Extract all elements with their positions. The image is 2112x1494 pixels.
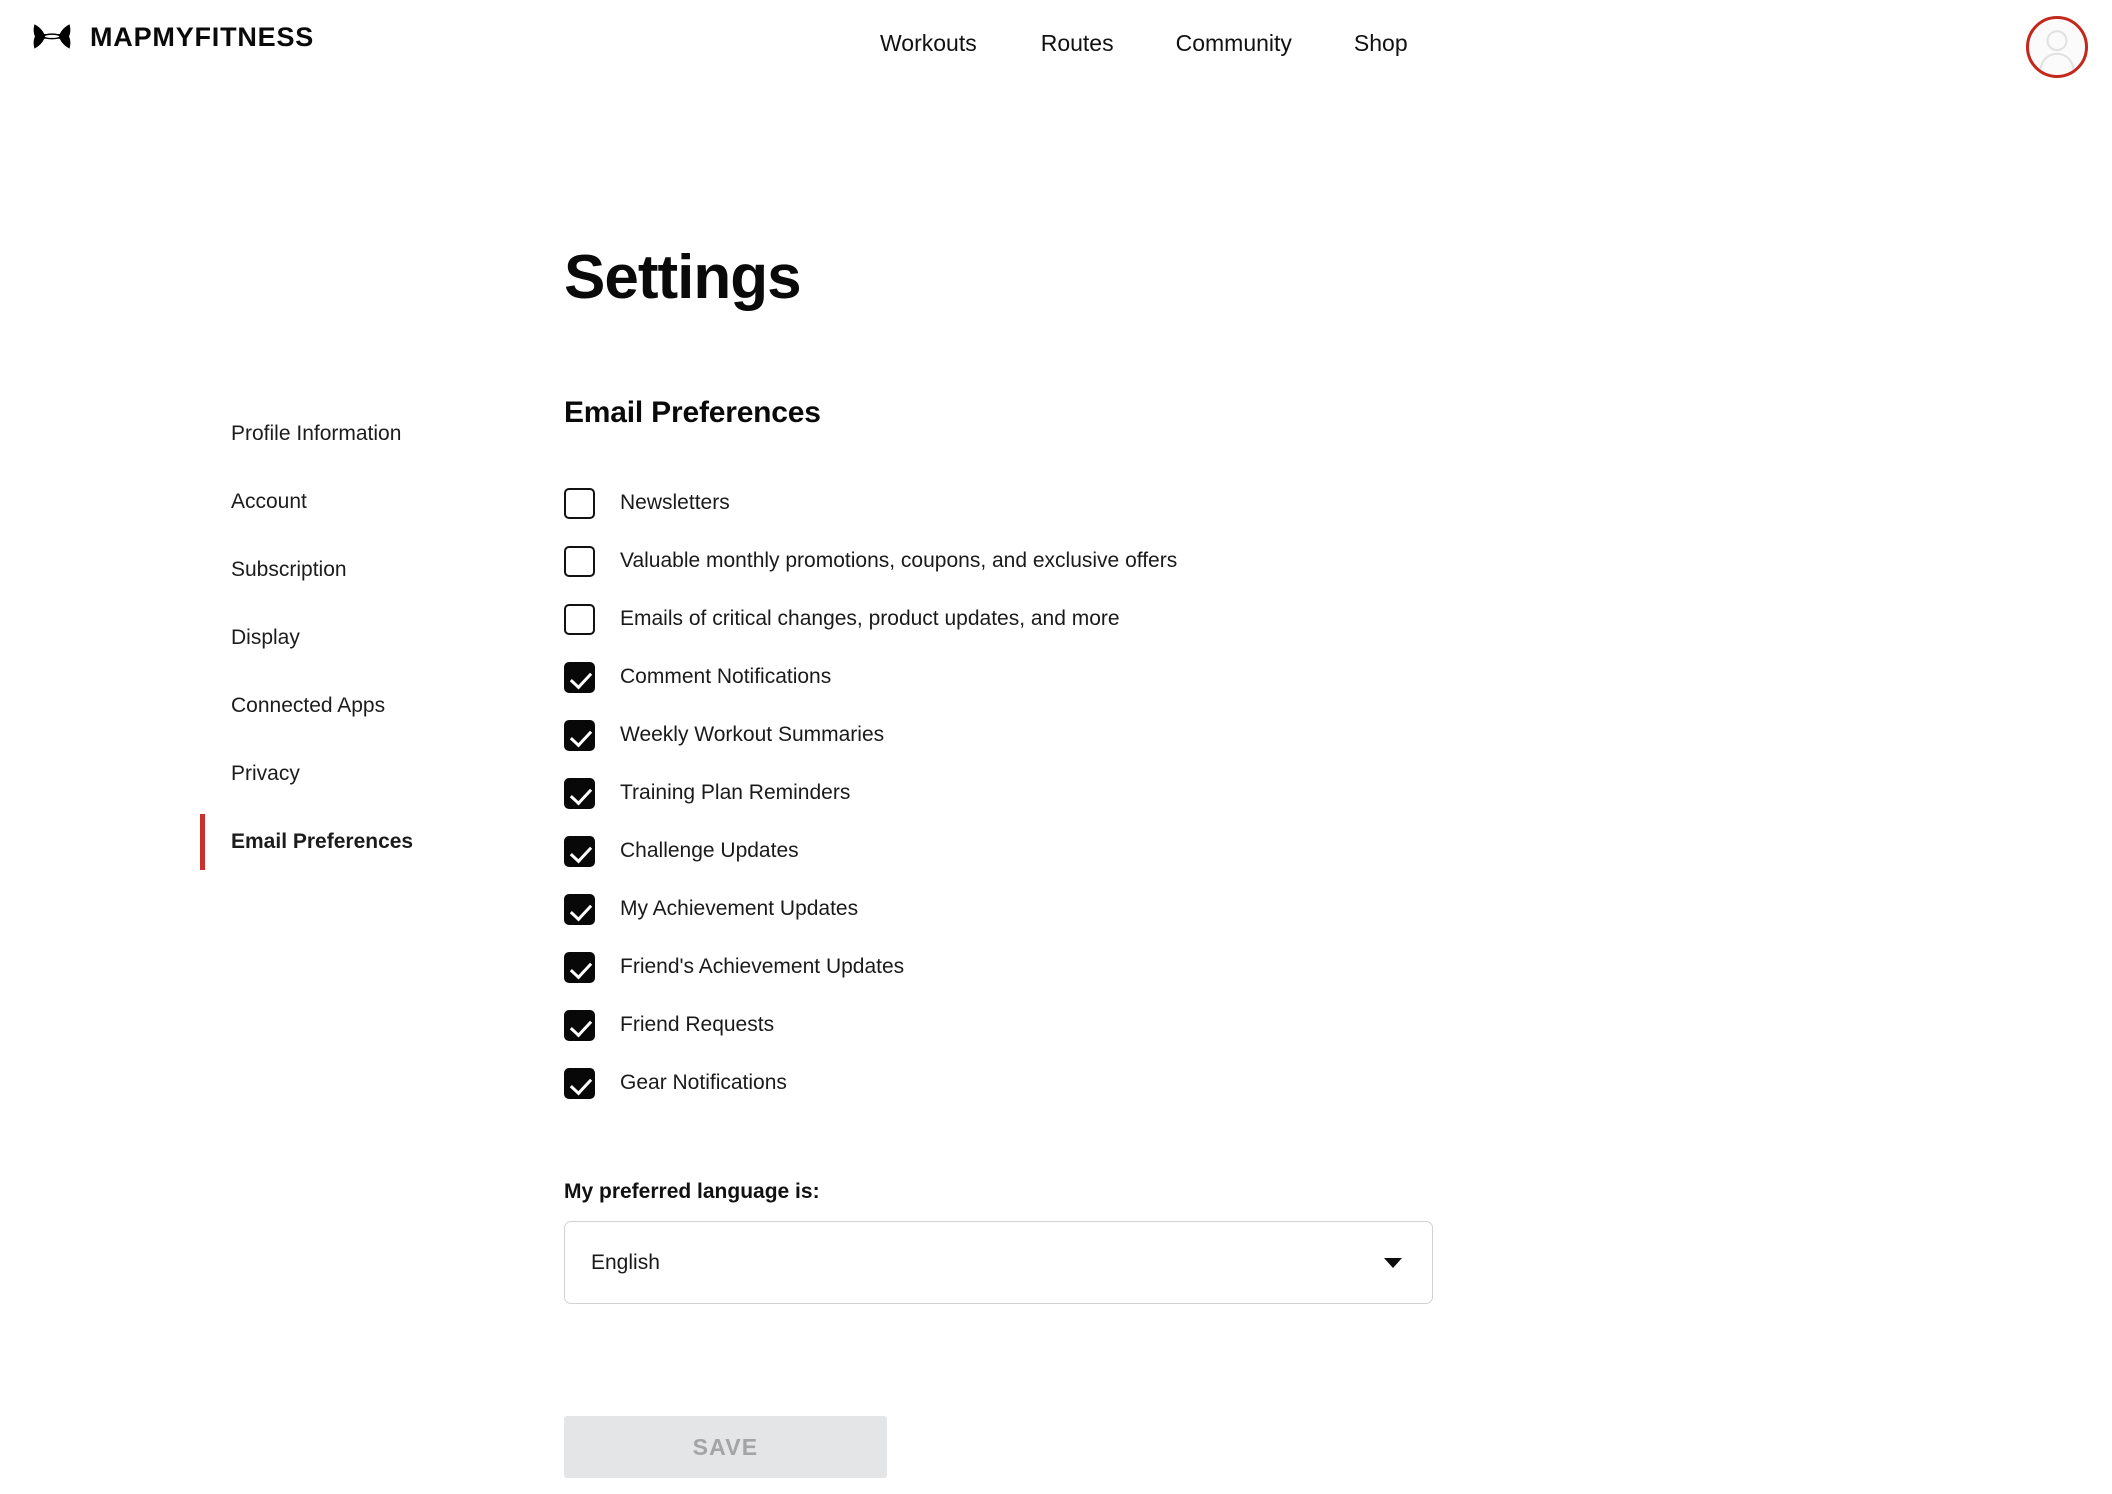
sidebar-item-display[interactable]: Display (200, 604, 500, 672)
preference-label: Valuable monthly promotions, coupons, an… (620, 549, 1178, 572)
preference-label: My Achievement Updates (620, 897, 859, 920)
language-select[interactable]: English (564, 1221, 1433, 1304)
language-selected-value: English (591, 1250, 660, 1274)
preference-label: Friend's Achievement Updates (620, 955, 905, 978)
preference-label: Emails of critical changes, product upda… (620, 607, 1120, 630)
preference-label: Comment Notifications (620, 665, 832, 688)
preference-row[interactable]: My Achievement Updates (564, 880, 1564, 938)
preference-row[interactable]: Newsletters (564, 474, 1564, 532)
preference-label: Friend Requests (620, 1013, 775, 1036)
sidebar-item-subscription[interactable]: Subscription (200, 536, 500, 604)
preference-row[interactable]: Friend's Achievement Updates (564, 938, 1564, 996)
checkbox-checked-icon[interactable] (564, 719, 595, 751)
preference-row[interactable]: Emails of critical changes, product upda… (564, 590, 1564, 648)
under-armour-logo-icon (30, 23, 74, 53)
sidebar-item-profile-information[interactable]: Profile Information (200, 400, 500, 468)
preference-label: Training Plan Reminders (620, 781, 851, 804)
sidebar-item-label: Connected Apps (231, 694, 386, 717)
preference-row[interactable]: Valuable monthly promotions, coupons, an… (564, 532, 1564, 590)
sidebar-item-account[interactable]: Account (200, 468, 500, 536)
checkbox-checked-icon[interactable] (564, 661, 595, 693)
sidebar-item-label: Email Preferences (231, 830, 414, 853)
site-header: MAPMYFITNESS Workouts Routes Community S… (0, 0, 2112, 96)
preference-row[interactable]: Comment Notifications (564, 648, 1564, 706)
nav-item-workouts[interactable]: Workouts (880, 30, 977, 57)
preference-label: Challenge Updates (620, 839, 799, 862)
nav-item-routes[interactable]: Routes (1041, 30, 1114, 57)
checkbox-checked-icon[interactable] (564, 1009, 595, 1041)
sidebar-item-label: Subscription (231, 558, 347, 581)
checkbox-checked-icon[interactable] (564, 835, 595, 867)
settings-sidebar: Profile Information Account Subscription Di… (200, 400, 500, 876)
section-title: Email Preferences (564, 396, 821, 429)
checkbox-unchecked-icon[interactable] (564, 545, 595, 577)
avatar[interactable] (2026, 16, 2088, 78)
main-nav: Workouts Routes Community Shop (880, 30, 1408, 57)
page-title: Settings (564, 242, 802, 312)
language-block: My preferred language is: English (564, 1180, 1564, 1304)
checkbox-checked-icon[interactable] (564, 951, 595, 983)
sidebar-item-label: Profile Information (231, 422, 402, 445)
checkbox-checked-icon[interactable] (564, 777, 595, 809)
sidebar-item-label: Display (231, 626, 300, 649)
brand-logo[interactable]: MAPMYFITNESS (30, 22, 314, 53)
chevron-down-icon (1384, 1257, 1402, 1268)
brand-name: MAPMYFITNESS (90, 22, 315, 52)
checkbox-unchecked-icon[interactable] (564, 487, 595, 519)
save-button[interactable]: SAVE (564, 1416, 887, 1478)
preference-label: Gear Notifications (620, 1071, 787, 1094)
sidebar-item-privacy[interactable]: Privacy (200, 740, 500, 808)
checkbox-checked-icon[interactable] (564, 1067, 595, 1099)
sidebar-item-email-preferences[interactable]: Email Preferences (200, 808, 500, 876)
preference-row[interactable]: Challenge Updates (564, 822, 1564, 880)
user-avatar-icon (2039, 30, 2075, 71)
email-preferences-list: Newsletters Valuable monthly promotions, … (564, 474, 1564, 1112)
sidebar-item-label: Privacy (231, 762, 300, 785)
settings-content: Email Preferences Newsletters Valuable mo… (564, 396, 1564, 1478)
checkbox-unchecked-icon[interactable] (564, 603, 595, 635)
sidebar-item-connected-apps[interactable]: Connected Apps (200, 672, 500, 740)
preference-row[interactable]: Friend Requests (564, 996, 1564, 1054)
preference-row[interactable]: Weekly Workout Summaries (564, 706, 1564, 764)
language-label: My preferred language is: (564, 1180, 820, 1203)
nav-item-community[interactable]: Community (1176, 30, 1292, 57)
sidebar-item-label: Account (231, 490, 307, 513)
preference-label: Weekly Workout Summaries (620, 723, 885, 746)
nav-item-shop[interactable]: Shop (1354, 30, 1408, 57)
preference-row[interactable]: Training Plan Reminders (564, 764, 1564, 822)
checkbox-checked-icon[interactable] (564, 893, 595, 925)
preference-row[interactable]: Gear Notifications (564, 1054, 1564, 1112)
preference-label: Newsletters (620, 491, 730, 514)
